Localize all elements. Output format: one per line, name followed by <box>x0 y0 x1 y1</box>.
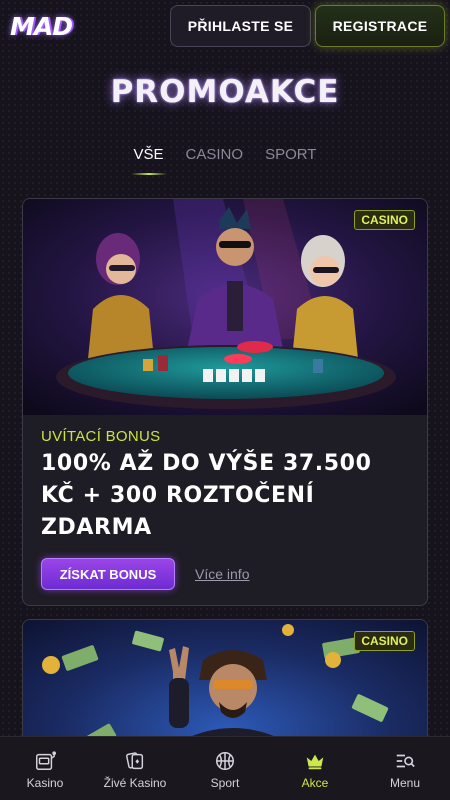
nav-item-label: Kasino <box>26 775 64 790</box>
promo-card-body: UVÍTACÍ BONUS 100% AŽ DO VÝŠE 37.500 KČ … <box>23 415 427 603</box>
tab-all[interactable]: VŠE <box>123 142 175 175</box>
nav-item-sport[interactable]: Sport <box>180 737 270 800</box>
login-button[interactable]: PŘIHLASTE SE <box>170 5 311 47</box>
promo-image-poker-table: CASINO <box>23 199 427 415</box>
nav-item-label: Živé Kasino <box>103 775 167 790</box>
menu-search-icon <box>396 754 415 767</box>
promo-actions: ZÍSKAT BONUS Více info <box>41 558 409 590</box>
cards-icon <box>126 751 144 769</box>
nav-item-live-casino[interactable]: Živé Kasino <box>90 737 180 800</box>
page-title: PROMOAKCE <box>110 74 340 110</box>
category-badge: CASINO <box>354 631 415 651</box>
nav-item-label: Sport <box>210 775 240 790</box>
promo-subtitle: UVÍTACÍ BONUS <box>41 428 161 445</box>
tab-sport[interactable]: SPORT <box>254 142 327 175</box>
tab-casino[interactable]: CASINO <box>175 142 255 175</box>
logo[interactable]: MAD <box>10 12 160 41</box>
crown-icon <box>306 754 324 769</box>
nav-item-menu[interactable]: Menu <box>360 737 450 800</box>
category-badge: CASINO <box>354 210 415 230</box>
nav-item-akce[interactable]: Akce <box>270 737 360 800</box>
promo-title: 100% AŽ DO VÝŠE 37.500 KČ + 300 ROZTOČEN… <box>41 451 372 540</box>
nav-item-kasino[interactable]: Kasino <box>0 737 90 800</box>
top-header: MAD PŘIHLASTE SE REGISTRACE <box>0 0 450 52</box>
slot-machine-icon <box>36 750 56 770</box>
nav-item-label: Menu <box>389 775 421 790</box>
promo-filter-tabs: VŠE CASINO SPORT <box>0 142 450 175</box>
claim-bonus-button[interactable]: ZÍSKAT BONUS <box>41 558 175 590</box>
promo-card[interactable]: CASINO UVÍTACÍ BONUS 100% AŽ DO VÝŠE 37.… <box>22 198 428 606</box>
basketball-icon <box>216 751 234 770</box>
bottom-navigation: Kasino Živé Kasino Sport Akce Menu <box>0 736 450 800</box>
more-info-link[interactable]: Více info <box>195 566 249 582</box>
nav-item-label: Akce <box>301 775 329 790</box>
register-button[interactable]: REGISTRACE <box>315 5 445 47</box>
